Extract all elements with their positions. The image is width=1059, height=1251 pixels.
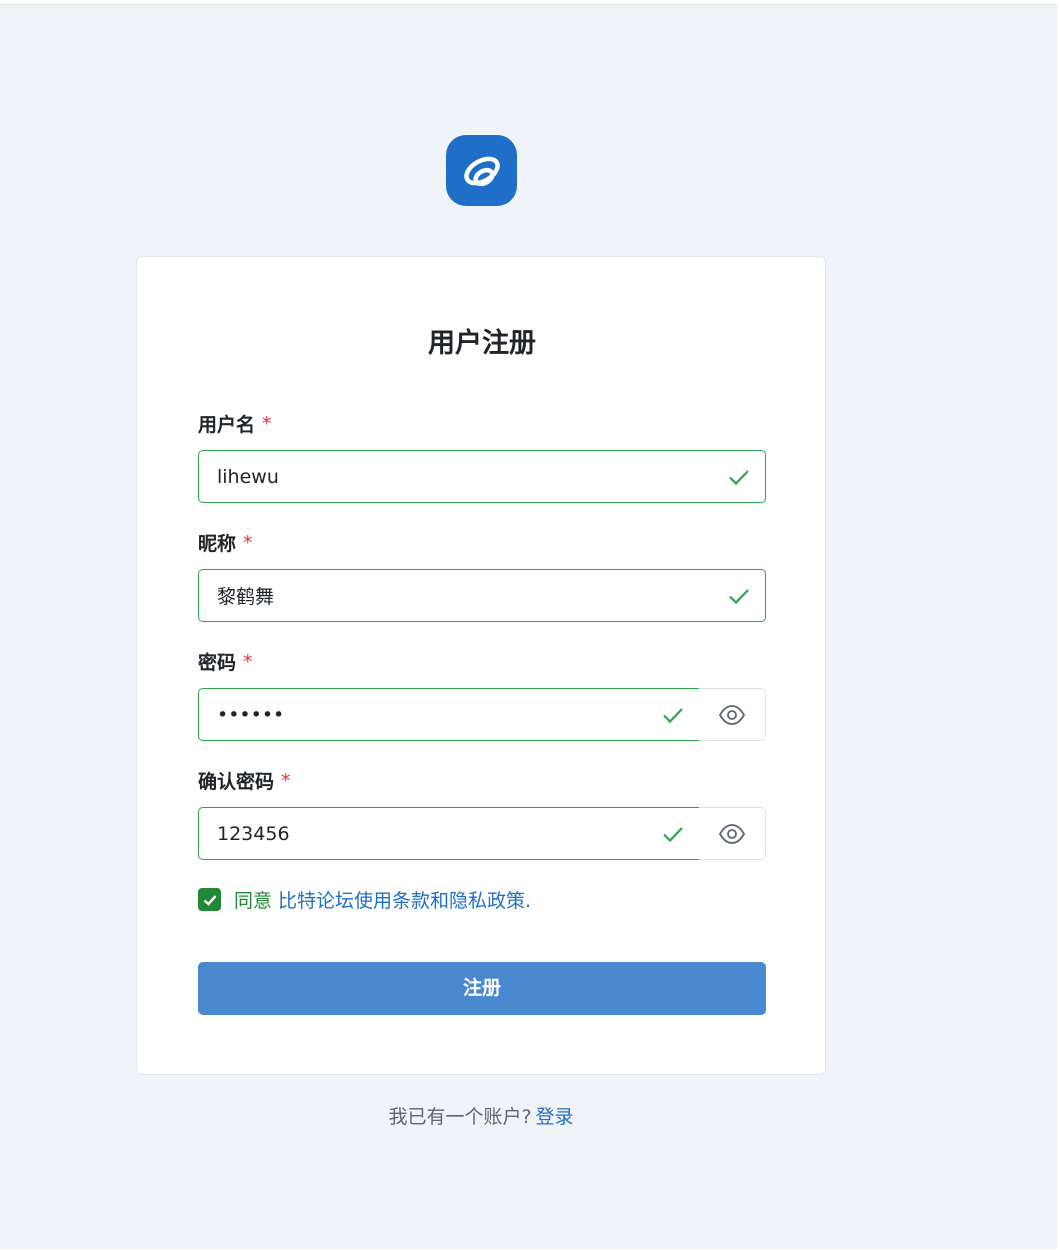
toggle-confirm-password-visibility-button[interactable] xyxy=(699,807,766,860)
nickname-field[interactable] xyxy=(198,569,766,622)
nickname-input[interactable] xyxy=(199,570,765,621)
password-label: 密码 * xyxy=(198,648,253,675)
required-mark: * xyxy=(281,769,291,792)
toggle-password-visibility-button[interactable] xyxy=(699,688,766,741)
username-label: 用户名 * xyxy=(198,410,272,437)
login-prompt: 我已有一个账户? 登录 xyxy=(0,1102,962,1129)
valid-check-icon xyxy=(729,589,749,605)
terms-checkbox[interactable] xyxy=(198,888,221,911)
username-input[interactable] xyxy=(199,451,765,502)
password-label-text: 密码 xyxy=(198,652,237,674)
confirm-password-label-text: 确认密码 xyxy=(198,771,275,793)
valid-check-icon xyxy=(729,470,749,486)
nickname-label-text: 昵称 xyxy=(198,533,237,555)
login-prompt-text: 我已有一个账户? xyxy=(388,1106,532,1128)
confirm-password-label: 确认密码 * xyxy=(198,767,291,794)
username-field[interactable] xyxy=(198,450,766,503)
nickname-label: 昵称 * xyxy=(198,529,253,556)
login-link[interactable]: 登录 xyxy=(536,1106,574,1128)
password-field[interactable] xyxy=(198,688,700,741)
confirm-password-field[interactable] xyxy=(198,807,700,860)
forum-logo-icon xyxy=(446,135,517,206)
required-mark: * xyxy=(243,531,253,554)
eye-icon xyxy=(718,823,746,844)
eye-icon xyxy=(718,704,746,725)
register-card: 用户注册 用户名 * 昵称 * 密码 * 确认密码 * xyxy=(136,256,826,1075)
username-label-text: 用户名 xyxy=(198,414,256,436)
terms-policy-link[interactable]: 比特论坛使用条款和隐私政策. xyxy=(278,886,531,913)
checkmark-icon xyxy=(203,894,216,906)
terms-agreement: 同意 比特论坛使用条款和隐私政策. xyxy=(198,886,531,913)
required-mark: * xyxy=(243,650,253,673)
password-input[interactable] xyxy=(199,689,699,740)
top-border xyxy=(0,0,1059,5)
agree-text: 同意 xyxy=(234,890,273,912)
valid-check-icon xyxy=(663,708,683,724)
valid-check-icon xyxy=(663,827,683,843)
confirm-password-input[interactable] xyxy=(199,808,699,859)
required-mark: * xyxy=(262,412,272,435)
page-title: 用户注册 xyxy=(428,328,536,359)
register-button[interactable]: 注册 xyxy=(198,962,766,1015)
